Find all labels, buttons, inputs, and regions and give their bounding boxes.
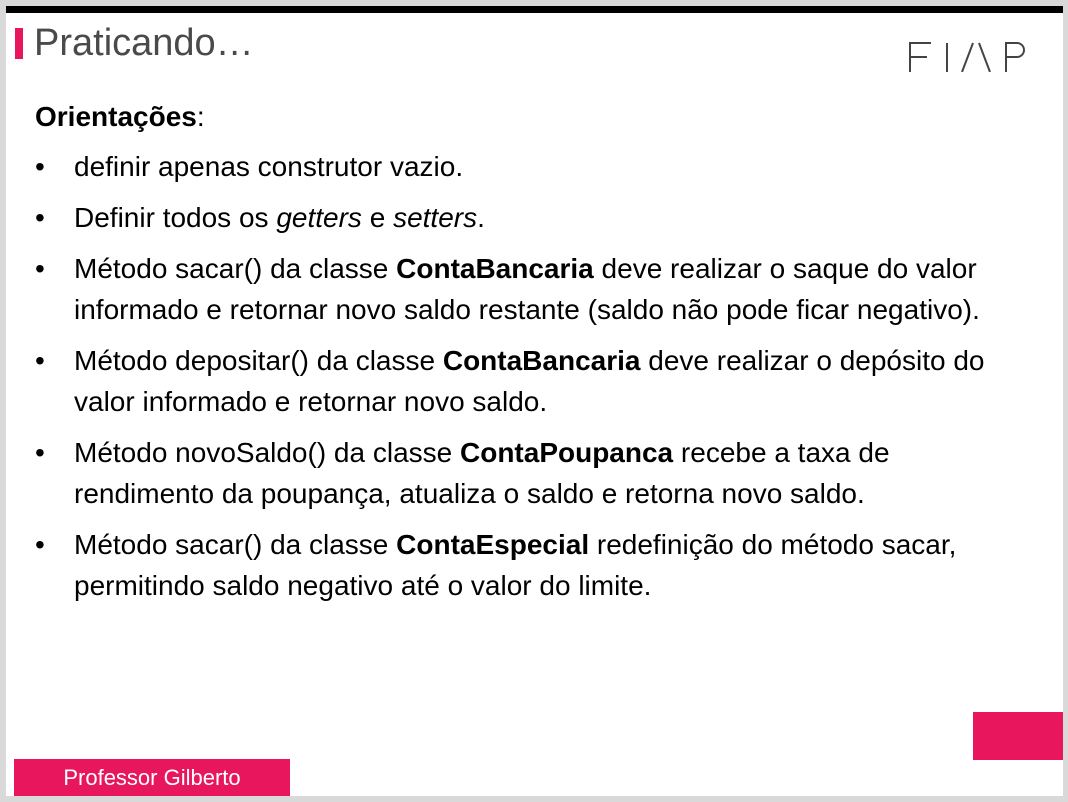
item-text: Método sacar() da classe: [74, 529, 397, 560]
bullet-icon: •: [35, 151, 45, 182]
list-item: • Método depositar() da classe ContaBanca…: [35, 340, 1035, 422]
fiap-logo: [909, 42, 1027, 73]
title-accent-bar: [15, 28, 23, 59]
slide-title: Praticando…: [34, 22, 254, 64]
emphasis-term: getters: [276, 202, 362, 233]
item-text: Definir todos os: [74, 202, 277, 233]
orientations-heading-label: Orientações: [35, 101, 197, 132]
list-item: • definir apenas construtor vazio.: [35, 146, 1035, 187]
item-text: Método depositar() da classe: [74, 345, 443, 376]
fiap-logo-icon: [909, 42, 1025, 73]
list-item: • Método novoSaldo() da classe ContaPoupa…: [35, 432, 1035, 514]
slide: Praticando… Orientações: • definir apenas…: [6, 6, 1063, 796]
class-name: ContaPoupanca: [460, 437, 674, 468]
bullet-icon: •: [35, 437, 45, 468]
top-bar: [6, 6, 1063, 13]
slide-content: Orientações: • definir apenas construtor …: [35, 96, 1035, 616]
class-name: ContaBancaria: [396, 253, 594, 284]
item-text: definir apenas construtor vazio.: [74, 151, 464, 182]
orientations-heading: Orientações:: [35, 96, 1035, 137]
class-name: ContaEspecial: [396, 529, 590, 560]
emphasis-term: setters: [393, 202, 478, 233]
accent-square: [973, 712, 1063, 760]
item-text: Método novoSaldo() da classe: [74, 437, 460, 468]
professor-footer: Professor Gilberto: [14, 759, 290, 796]
bullet-icon: •: [35, 345, 45, 376]
bullet-icon: •: [35, 529, 45, 560]
bullet-icon: •: [35, 202, 45, 233]
bullet-icon: •: [35, 253, 45, 284]
item-text: .: [477, 202, 485, 233]
item-text: Método sacar() da classe: [74, 253, 397, 284]
list-item: • Método sacar() da classe ContaBancaria …: [35, 248, 1035, 330]
item-text: e: [361, 202, 394, 233]
list-item: • Definir todos os getters e setters.: [35, 197, 1035, 238]
instructions-list: • definir apenas construtor vazio. • Defini…: [35, 146, 1035, 606]
list-item: • Método sacar() da classe ContaEspecial …: [35, 524, 1035, 606]
class-name: ContaBancaria: [442, 345, 641, 376]
orientations-heading-colon: :: [196, 101, 205, 132]
